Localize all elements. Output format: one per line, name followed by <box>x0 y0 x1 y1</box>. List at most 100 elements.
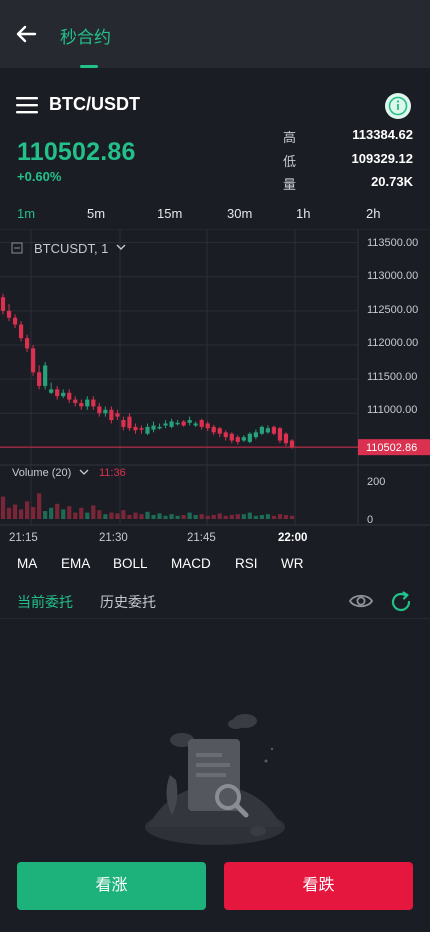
candle-body <box>289 440 295 448</box>
volume-bar <box>61 509 66 519</box>
volume-bar <box>0 496 6 519</box>
candle-body <box>181 421 186 426</box>
indicator-macd[interactable]: MACD <box>171 556 211 571</box>
volume-bar <box>163 515 168 519</box>
candle-body <box>139 428 144 430</box>
timeframe-1h[interactable]: 1h <box>296 206 310 221</box>
candle-body <box>24 338 30 349</box>
volume-bar <box>103 514 108 519</box>
candle-body <box>211 426 216 433</box>
volume-bar <box>259 515 264 519</box>
volume-bar <box>79 507 84 519</box>
candle-body <box>79 403 84 407</box>
candle-body <box>6 310 12 318</box>
indicator-ema[interactable]: EMA <box>61 556 90 571</box>
stat-low-label: 低 <box>283 154 297 169</box>
candle-body <box>199 420 204 427</box>
price-change: +0.60% <box>17 169 62 184</box>
price-axis-label: 112000.00 <box>367 337 418 349</box>
pair-name[interactable]: BTC/USDT <box>49 94 140 115</box>
volume-bar <box>139 514 144 519</box>
candle-body <box>253 432 258 438</box>
candle-body <box>259 426 264 434</box>
candle-body <box>157 426 162 429</box>
timeframe-5m[interactable]: 5m <box>87 206 105 221</box>
candle-body <box>37 372 42 386</box>
candle-body <box>91 399 96 407</box>
volume-bar <box>223 515 228 519</box>
refresh-icon[interactable] <box>389 590 413 614</box>
stat-high-value: 113384.62 <box>352 127 413 142</box>
buy-down-button[interactable]: 看跌 <box>224 862 413 910</box>
volume-bar <box>235 514 240 519</box>
pair-header: BTC/USDT <box>0 90 430 122</box>
candlestick-chart[interactable]: BTCUSDT, 1 113500.00 113000.00 112500.00… <box>0 229 430 549</box>
timeframe-15m[interactable]: 15m <box>157 206 182 221</box>
candle-body <box>55 389 60 397</box>
volume-bar <box>157 513 162 519</box>
stat-low: 低 109329.12 <box>283 151 413 171</box>
candle-body <box>193 423 198 426</box>
candle-body <box>175 422 180 425</box>
volume-bar <box>181 515 186 519</box>
candle-body <box>235 437 240 442</box>
symbol-label: BTCUSDT, 1 <box>34 241 108 256</box>
timeframe-1m[interactable]: 1m <box>17 206 35 221</box>
candle-body <box>12 317 18 325</box>
indicator-wr[interactable]: WR <box>281 556 304 571</box>
volume-bar <box>73 512 78 519</box>
candle-body <box>103 409 108 414</box>
price-axis-label: 111500.00 <box>367 371 417 383</box>
volume-bar <box>43 511 48 519</box>
volume-axis-label: 200 <box>367 476 385 488</box>
volume-bar <box>289 515 295 519</box>
volume-bar <box>109 512 114 519</box>
indicator-boll[interactable]: BOLL <box>113 556 148 571</box>
volume-bar <box>169 514 174 519</box>
candle-body <box>61 392 66 397</box>
stat-high: 高 113384.62 <box>283 127 413 147</box>
time-label: 22:00 <box>278 532 307 544</box>
tab-history-orders[interactable]: 历史委托 <box>100 592 156 612</box>
time-label: 21:45 <box>187 532 216 544</box>
candle-body <box>151 425 156 430</box>
indicator-rsi[interactable]: RSI <box>235 556 258 571</box>
tab-current-orders[interactable]: 当前委托 <box>17 592 73 612</box>
menu-icon[interactable] <box>16 96 38 114</box>
candle-body <box>43 365 48 386</box>
candle-body <box>115 413 120 417</box>
page-title[interactable]: 秒合约 <box>60 23 111 48</box>
volume-bar <box>18 509 24 519</box>
timeframe-30m[interactable]: 30m <box>227 206 252 221</box>
info-icon[interactable] <box>384 92 412 120</box>
candle-body <box>217 428 222 434</box>
indicator-ma[interactable]: MA <box>17 556 37 571</box>
volume-bar <box>205 515 210 519</box>
candle-body <box>283 433 289 444</box>
price-axis-label: 113500.00 <box>367 237 418 249</box>
volume-bar <box>253 515 258 519</box>
candle-body <box>271 426 277 434</box>
volume-time: 11:36 <box>99 467 126 479</box>
current-price: 110502.86 <box>17 138 136 166</box>
volume-bar <box>283 515 289 519</box>
volume-bar <box>151 515 156 519</box>
buy-up-button[interactable]: 看涨 <box>17 862 206 910</box>
price-axis-label: 112500.00 <box>367 304 418 316</box>
price-axis-label: 111000.00 <box>367 404 417 416</box>
volume-bar <box>193 515 198 519</box>
volume-bar <box>241 514 246 519</box>
volume-bar <box>85 512 90 519</box>
top-bar: 秒合约 <box>0 0 430 68</box>
volume-bar <box>91 505 96 519</box>
volume-bar <box>247 512 252 519</box>
eye-icon[interactable] <box>349 590 373 612</box>
candle-body <box>127 416 132 429</box>
stat-volume-value: 20.73K <box>371 174 413 189</box>
volume-bar <box>12 504 18 519</box>
price-chart[interactable]: BTCUSDT, 1 113500.00 113000.00 112500.00… <box>0 229 430 549</box>
stat-volume-label: 量 <box>283 177 297 192</box>
volume-axis-label: 0 <box>367 514 373 526</box>
timeframe-2h[interactable]: 2h <box>366 206 380 221</box>
back-arrow-icon[interactable] <box>14 22 38 46</box>
